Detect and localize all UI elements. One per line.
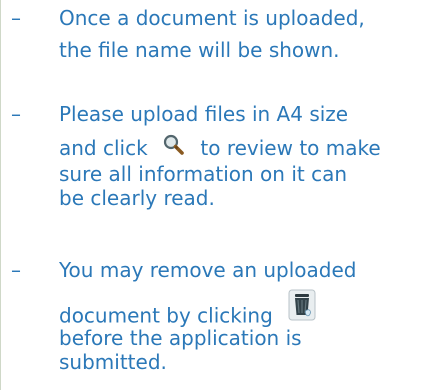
dash-bullet: –	[11, 258, 21, 282]
note-text-line: the file name will be shown.	[59, 38, 340, 62]
note-text-line: Please upload files in A4 size	[59, 102, 349, 126]
trash-bin-icon[interactable]	[287, 288, 317, 322]
dash-bullet: –	[11, 102, 21, 126]
note-text-line: be clearly read.	[59, 186, 215, 210]
note-text-fragment: and click	[59, 136, 148, 160]
dash-bullet: –	[11, 6, 21, 30]
note-upload-a4-review: – Please upload files in A4 size and cli…	[1, 100, 446, 220]
note-text-line: submitted.	[59, 350, 167, 374]
note-text-line-with-icon: and click to review to make	[59, 134, 381, 162]
upload-instructions-panel: – Once a document is uploaded, the file …	[0, 0, 446, 390]
note-remove-uploaded: – You may remove an uploaded document by…	[1, 256, 446, 376]
note-text-fragment: to review to make	[200, 136, 381, 160]
note-text-line: You may remove an uploaded	[59, 258, 357, 282]
note-file-name-shown: – Once a document is uploaded, the file …	[1, 4, 446, 88]
note-text-line: Once a document is uploaded,	[59, 6, 365, 30]
magnifier-icon[interactable]	[162, 133, 184, 155]
